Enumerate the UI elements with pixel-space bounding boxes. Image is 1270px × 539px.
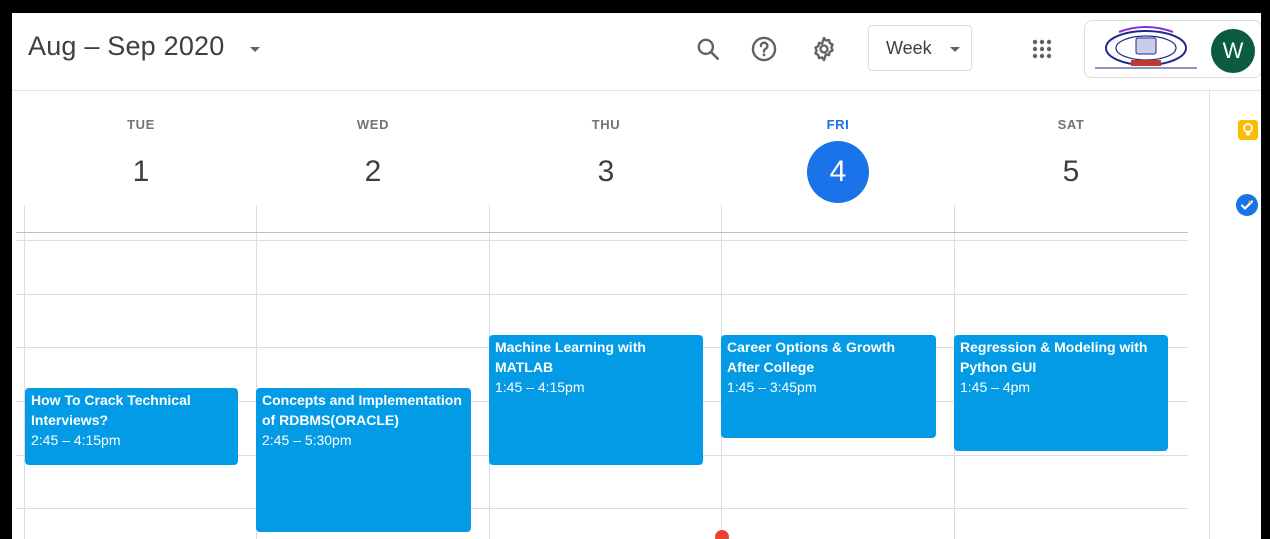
- app-header: Aug – Sep 2020 Week W: [12, 13, 1261, 91]
- calendar-window: Aug – Sep 2020 Week W TUE 1 WED 2 THU 3 …: [12, 13, 1261, 539]
- current-time-indicator: [715, 530, 729, 539]
- event-title: Regression & Modeling with Python GUI: [960, 339, 1148, 375]
- day-name-tue: TUE: [127, 117, 155, 132]
- day-number-3[interactable]: 3: [575, 141, 637, 203]
- gear-icon[interactable]: [808, 33, 840, 65]
- event-card[interactable]: Concepts and Implementation of RDBMS(ORA…: [256, 388, 471, 532]
- event-title: Concepts and Implementation of RDBMS(ORA…: [262, 392, 462, 428]
- date-range-title[interactable]: Aug – Sep 2020: [28, 31, 224, 62]
- day-number-1[interactable]: 1: [110, 141, 172, 203]
- grid-column-line: [24, 205, 25, 539]
- day-name-thu: THU: [591, 117, 621, 132]
- help-icon[interactable]: [748, 33, 780, 65]
- chevron-down-icon[interactable]: [250, 47, 260, 52]
- event-card[interactable]: Regression & Modeling with Python GUI 1:…: [954, 335, 1168, 451]
- event-card[interactable]: Machine Learning with MATLAB 1:45 – 4:15…: [489, 335, 703, 465]
- account-avatar[interactable]: W: [1211, 29, 1255, 73]
- grid-row-line: [16, 508, 1188, 509]
- event-time: 1:45 – 4:15pm: [495, 379, 585, 395]
- day-number-2[interactable]: 2: [342, 141, 404, 203]
- keep-icon[interactable]: [1237, 119, 1261, 143]
- day-name-fri: FRI: [826, 117, 850, 132]
- day-name-wed: WED: [356, 117, 390, 132]
- view-selector[interactable]: Week: [868, 25, 972, 71]
- grid-row-line: [16, 232, 1188, 233]
- day-number-5[interactable]: 5: [1040, 141, 1102, 203]
- event-title: Machine Learning with MATLAB: [495, 339, 646, 375]
- apps-grid-icon[interactable]: [1026, 33, 1058, 65]
- day-number-4-today[interactable]: 4: [807, 141, 869, 203]
- grid-row-line: [16, 240, 1188, 241]
- side-panel-divider: [1209, 91, 1210, 539]
- event-title: How To Crack Technical Interviews?: [31, 392, 191, 428]
- event-time: 1:45 – 4pm: [960, 379, 1031, 395]
- event-time: 2:45 – 5:30pm: [262, 432, 352, 448]
- tasks-icon[interactable]: [1235, 193, 1259, 217]
- grid-row-line: [16, 294, 1188, 295]
- event-card[interactable]: Career Options & Growth After College 1:…: [721, 335, 936, 438]
- event-card[interactable]: How To Crack Technical Interviews? 2:45 …: [25, 388, 238, 465]
- event-time: 2:45 – 4:15pm: [31, 432, 121, 448]
- search-icon[interactable]: [692, 33, 724, 65]
- chevron-down-icon: [950, 47, 960, 52]
- day-name-sat: SAT: [1057, 117, 1085, 132]
- view-selector-label: Week: [886, 38, 932, 58]
- event-time: 1:45 – 3:45pm: [727, 379, 817, 395]
- event-title: Career Options & Growth After College: [727, 339, 896, 375]
